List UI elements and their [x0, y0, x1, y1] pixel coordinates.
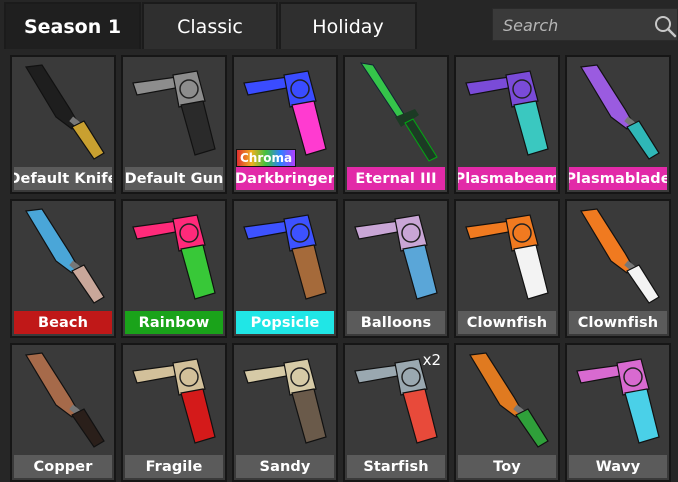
revolver-icon	[465, 70, 549, 156]
revolver-icon	[576, 358, 660, 444]
item-name-label: Default Knife	[14, 167, 112, 190]
item-card[interactable]: Default Knife	[10, 55, 116, 194]
search-input[interactable]	[493, 9, 655, 42]
item-card[interactable]: Balloons	[343, 199, 449, 338]
revolver-icon	[132, 70, 216, 156]
tab-season-1[interactable]: Season 1	[4, 2, 141, 49]
item-card[interactable]: x2 Starfish	[343, 343, 449, 482]
revolver-icon	[243, 214, 327, 300]
item-name-label: Plasmablade	[569, 167, 667, 190]
item-card[interactable]: Clownfish	[454, 199, 560, 338]
item-name-label: Eternal III	[347, 167, 445, 190]
item-card[interactable]: Chroma Darkbringer	[232, 55, 338, 194]
item-card[interactable]: Clownfish	[565, 199, 671, 338]
item-count: x2	[422, 351, 441, 369]
item-name-label: Beach	[14, 311, 112, 334]
search-icon[interactable]	[653, 14, 677, 38]
item-name-label: Plasmabeam	[458, 167, 556, 190]
revolver-icon	[132, 214, 216, 300]
knife-icon	[25, 352, 105, 448]
item-card[interactable]: Fragile	[121, 343, 227, 482]
item-card[interactable]: Toy	[454, 343, 560, 482]
item-name-label: Clownfish	[569, 311, 667, 334]
tab-classic[interactable]: Classic	[142, 2, 278, 49]
item-name-label: Copper	[14, 455, 112, 478]
knife-icon	[25, 64, 105, 160]
tab-holiday[interactable]: Holiday	[279, 2, 417, 49]
item-card[interactable]: Sandy	[232, 343, 338, 482]
item-name-label: Balloons	[347, 311, 445, 334]
revolver-icon	[465, 214, 549, 300]
knife-icon	[580, 64, 660, 160]
item-card[interactable]: Beach	[10, 199, 116, 338]
knife-icon	[580, 208, 660, 304]
item-name-label: Toy	[458, 455, 556, 478]
item-card[interactable]: Copper	[10, 343, 116, 482]
knife-icon	[469, 352, 549, 448]
item-card[interactable]: Wavy	[565, 343, 671, 482]
revolver-icon	[354, 214, 438, 300]
revolver-icon	[243, 358, 327, 444]
item-name-label: Darkbringer	[236, 167, 334, 190]
knife-icon	[25, 208, 105, 304]
item-card[interactable]: Default Gun	[121, 55, 227, 194]
item-name-label: Rainbow	[125, 311, 223, 334]
item-name-label: Sandy	[236, 455, 334, 478]
item-card[interactable]: Plasmabeam	[454, 55, 560, 194]
search-box	[492, 8, 678, 42]
item-name-label: Fragile	[125, 455, 223, 478]
item-card[interactable]: Eternal III	[343, 55, 449, 194]
item-card[interactable]: Plasmablade	[565, 55, 671, 194]
revolver-icon	[132, 358, 216, 444]
chroma-badge: Chroma	[236, 149, 297, 167]
item-card[interactable]: Rainbow	[121, 199, 227, 338]
item-name-label: Wavy	[569, 455, 667, 478]
item-name-label: Default Gun	[125, 167, 223, 190]
item-name-label: Popsicle	[236, 311, 334, 334]
item-card[interactable]: Popsicle	[232, 199, 338, 338]
item-name-label: Starfish	[347, 455, 445, 478]
sword-icon	[359, 62, 438, 162]
item-name-label: Clownfish	[458, 311, 556, 334]
